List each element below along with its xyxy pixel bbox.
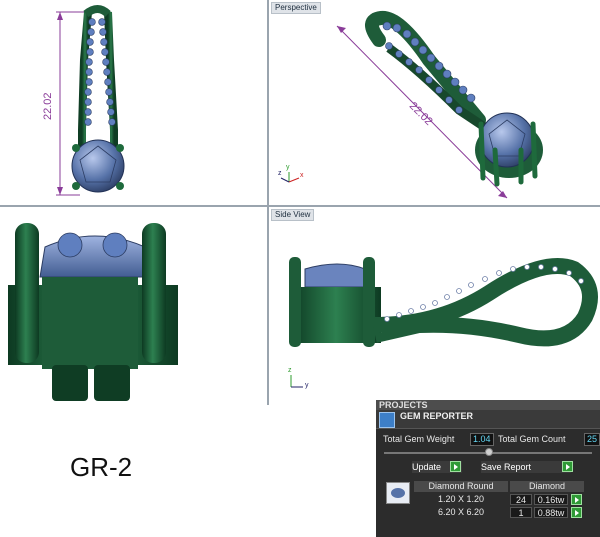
dimension-label: 22.02 <box>42 92 54 120</box>
axis-label-y: y <box>286 164 290 171</box>
total-gem-weight-value: 1.04 <box>470 433 494 446</box>
gem-row-2-weight: 0.88tw <box>534 507 568 518</box>
panel-header: PROJECTS <box>376 400 600 410</box>
viewport-closeup[interactable] <box>0 207 267 405</box>
slider-handle[interactable] <box>485 448 493 456</box>
update-label: Update <box>412 462 442 472</box>
gem-row-2-count: 1 <box>510 507 532 518</box>
gem-row-1-go-icon[interactable] <box>571 494 582 505</box>
save-report-go-icon[interactable] <box>562 461 573 472</box>
viewport-perspective[interactable]: Perspective 22.02 z y x <box>269 0 600 205</box>
front-view-drawing <box>56 5 125 196</box>
viewport-side[interactable]: Side View z y <box>269 207 600 405</box>
perspective-view-drawing <box>280 10 543 199</box>
update-go-icon[interactable] <box>450 461 461 472</box>
round-diamond-icon <box>391 488 405 498</box>
viewport-divider-horizontal <box>0 205 600 207</box>
save-report-button[interactable]: Save Report <box>481 461 571 473</box>
axis-label-y: y <box>305 382 309 389</box>
total-gem-weight-label: Total Gem Weight <box>383 434 455 444</box>
gem-row-1-size: 1.20 X 1.20 <box>437 494 485 504</box>
axis-label-z: z <box>288 367 292 374</box>
axis-label-x: x <box>300 172 304 179</box>
gem-reporter-icon[interactable] <box>379 412 395 428</box>
panel-title: GEM REPORTER <box>400 411 474 421</box>
total-gem-count-value: 25 <box>584 433 600 446</box>
total-gem-count-label: Total Gem Count <box>498 434 566 444</box>
gem-reporter-panel: PROJECTS GEM REPORTER Total Gem Weight 1… <box>376 400 600 537</box>
gem-row-2-go-icon[interactable] <box>571 507 582 518</box>
gem-row-1-weight: 0.16tw <box>534 494 568 505</box>
viewport-divider-vertical <box>267 0 269 405</box>
axis-label-z: z <box>278 170 282 177</box>
side-view-drawing <box>289 257 598 388</box>
closeup-view-drawing <box>8 223 178 401</box>
model-label: GR-2 <box>70 452 133 482</box>
gem-row-2-size: 6.20 X 6.20 <box>437 507 485 517</box>
save-report-label: Save Report <box>481 462 532 472</box>
viewport-front[interactable]: 22.02 <box>0 0 267 205</box>
gem-row-1-count: 24 <box>510 494 532 505</box>
gem-shape-thumbnail <box>386 482 410 504</box>
table-header-shape: Diamond Round <box>414 481 508 492</box>
table-header-gem: Diamond <box>510 481 584 492</box>
